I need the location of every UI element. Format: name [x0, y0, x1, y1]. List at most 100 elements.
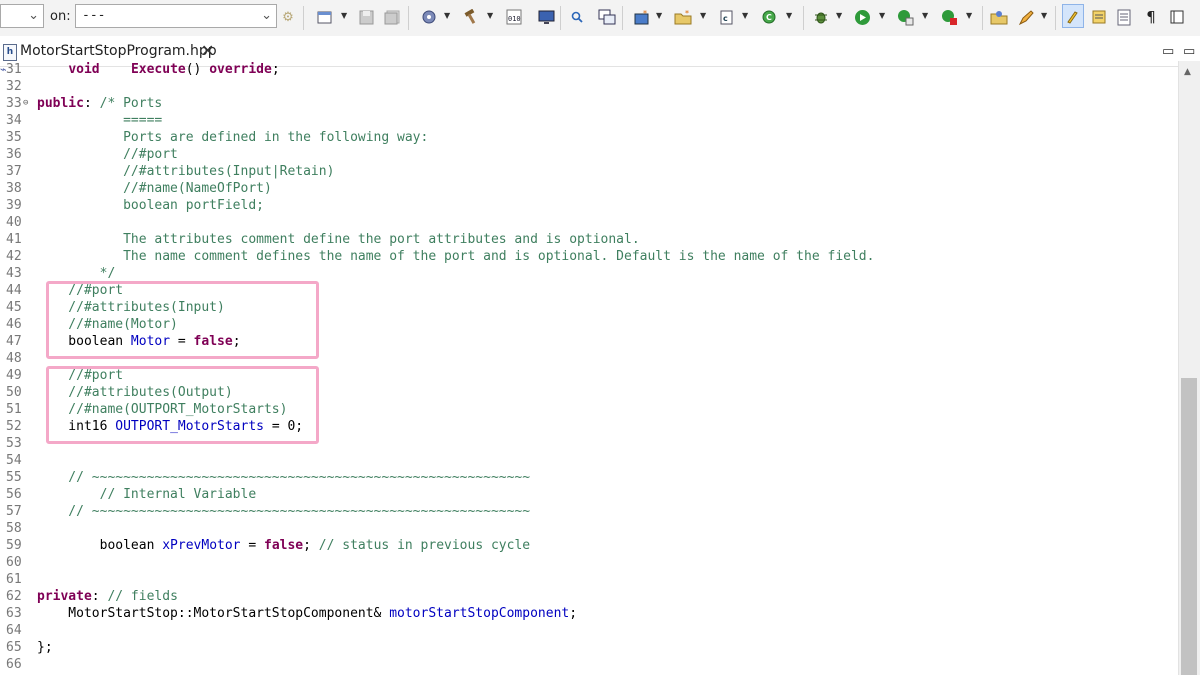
- pen-edit-icon[interactable]: [1017, 8, 1035, 26]
- chevron-down-icon[interactable]: ▼: [487, 11, 493, 20]
- code-line[interactable]: 60: [0, 554, 1178, 571]
- code-line[interactable]: 32: [0, 78, 1178, 95]
- chevron-down-icon[interactable]: ▼: [922, 11, 928, 20]
- monitor-icon[interactable]: [537, 8, 555, 26]
- line-number: 46: [6, 317, 22, 332]
- code-line[interactable]: 55 // ~~~~~~~~~~~~~~~~~~~~~~~~~~~~~~~~~~…: [0, 469, 1178, 486]
- highlight-brush-icon[interactable]: [1062, 4, 1084, 28]
- code-line[interactable]: 58: [0, 520, 1178, 537]
- code-line[interactable]: 36 //#port: [0, 146, 1178, 163]
- new-class-icon[interactable]: *: [632, 8, 650, 26]
- code-token: =: [240, 538, 264, 553]
- chevron-down-icon[interactable]: ▼: [836, 11, 842, 20]
- maximize-icon[interactable]: ▭: [1183, 44, 1195, 59]
- build-target-icon[interactable]: [420, 8, 438, 26]
- refresh-run-icon[interactable]: C: [760, 8, 778, 26]
- scrollbar-thumb[interactable]: [1181, 378, 1197, 675]
- chevron-down-icon[interactable]: ▼: [786, 11, 792, 20]
- scroll-up-arrow-icon[interactable]: ▲: [1184, 67, 1191, 77]
- line-number: 56: [6, 487, 22, 502]
- code-line[interactable]: 35 Ports are defined in the following wa…: [0, 129, 1178, 146]
- code-token: ;: [569, 606, 578, 621]
- code-line[interactable]: 66: [0, 656, 1178, 673]
- code-line[interactable]: 43 */: [0, 265, 1178, 282]
- chevron-down-icon[interactable]: ▼: [444, 11, 450, 20]
- mark-occurrences-icon[interactable]: [1090, 8, 1108, 26]
- on-dropdown[interactable]: --- ⌄: [75, 4, 277, 28]
- save-icon[interactable]: [357, 8, 375, 26]
- external-tool-icon[interactable]: [940, 8, 958, 26]
- main-toolbar: ⌄ on: --- ⌄ ⚙ ▼ ▼ ▼ 010 * ▼ * ▼ c ▼ C ▼ …: [0, 0, 1200, 37]
- line-number: 53: [6, 436, 22, 451]
- code-token: motorStartStopComponent: [389, 606, 570, 621]
- code-text: boolean xPrevMotor = false; // status in…: [37, 537, 531, 554]
- search-tool-icon[interactable]: [568, 8, 586, 26]
- code-token: */: [37, 266, 116, 281]
- vertical-scrollbar[interactable]: ▲: [1178, 61, 1200, 675]
- code-line[interactable]: 42 The name comment defines the name of …: [0, 248, 1178, 265]
- code-line[interactable]: 41 The attributes comment define the por…: [0, 231, 1178, 248]
- debug-bug-icon[interactable]: [812, 8, 830, 26]
- code-line[interactable]: 39 boolean portField;: [0, 197, 1178, 214]
- line-number: 37: [6, 164, 22, 179]
- new-folder-icon[interactable]: *: [674, 8, 692, 26]
- code-line[interactable]: 54: [0, 452, 1178, 469]
- code-line[interactable]: 38 //#name(NameOfPort): [0, 180, 1178, 197]
- run-config-icon[interactable]: [896, 8, 914, 26]
- code-token: ;: [271, 62, 280, 77]
- code-text: // Internal Variable: [37, 486, 257, 503]
- new-window-icon[interactable]: [316, 8, 334, 26]
- hammer-build-icon[interactable]: [462, 8, 480, 26]
- close-icon[interactable]: ✕: [201, 41, 214, 60]
- chevron-down-icon[interactable]: ▼: [341, 11, 347, 20]
- line-number: 31: [6, 62, 22, 77]
- code-line[interactable]: 56 // Internal Variable: [0, 486, 1178, 503]
- line-number: 49: [6, 368, 22, 383]
- line-number: 54: [6, 453, 22, 468]
- line-number: 36: [6, 147, 22, 162]
- save-all-icon[interactable]: [383, 8, 401, 26]
- open-folder-icon[interactable]: [990, 8, 1008, 26]
- chevron-down-icon[interactable]: ▼: [1041, 11, 1047, 20]
- line-number: 45: [6, 300, 22, 315]
- fold-collapse-icon[interactable]: ⊖: [23, 95, 28, 112]
- line-number: 65: [6, 640, 22, 655]
- code-token: // fields: [107, 589, 178, 604]
- code-line[interactable]: 61: [0, 571, 1178, 588]
- chevron-down-icon[interactable]: ▼: [656, 11, 662, 20]
- line-number: 63: [6, 606, 22, 621]
- toggle-block-icon[interactable]: [1168, 8, 1186, 26]
- run-play-icon[interactable]: [853, 8, 871, 26]
- code-line[interactable]: 59 boolean xPrevMotor = false; // status…: [0, 537, 1178, 554]
- binary-010-icon[interactable]: 010: [505, 8, 523, 26]
- code-text: private: // fields: [37, 588, 178, 605]
- override-marker-icon[interactable]: ⌁: [0, 61, 7, 78]
- code-line[interactable]: 57 // ~~~~~~~~~~~~~~~~~~~~~~~~~~~~~~~~~~…: [0, 503, 1178, 520]
- code-line[interactable]: 63 MotorStartStop::MotorStartStopCompone…: [0, 605, 1178, 622]
- pilcrow-icon[interactable]: ¶: [1142, 8, 1160, 26]
- line-number: 50: [6, 385, 22, 400]
- chevron-down-icon[interactable]: ▼: [742, 11, 748, 20]
- toolbar-separator: [803, 6, 804, 30]
- toolbar-separator: [303, 6, 304, 30]
- code-line[interactable]: 62 private: // fields: [0, 588, 1178, 605]
- code-text: //#name(NameOfPort): [37, 180, 272, 197]
- minimize-icon[interactable]: ▭: [1162, 44, 1174, 59]
- copy-window-icon[interactable]: [598, 8, 616, 26]
- chevron-down-icon[interactable]: ▼: [966, 11, 972, 20]
- settings-gear-icon[interactable]: ⚙: [279, 8, 297, 26]
- code-line[interactable]: 64: [0, 622, 1178, 639]
- code-line[interactable]: 37 //#attributes(Input|Retain): [0, 163, 1178, 180]
- chevron-down-icon[interactable]: ▼: [700, 11, 706, 20]
- show-whitespace-icon[interactable]: [1115, 8, 1133, 26]
- code-line[interactable]: 33 ⊖ public: /* Ports: [0, 95, 1178, 112]
- new-c-file-icon[interactable]: c: [718, 8, 736, 26]
- code-line[interactable]: 40: [0, 214, 1178, 231]
- chevron-down-icon[interactable]: ▼: [879, 11, 885, 20]
- code-token: //#name(NameOfPort): [37, 181, 272, 196]
- code-line[interactable]: 31 ⌁ void Execute() override;: [0, 61, 1178, 78]
- code-line[interactable]: 65};: [0, 639, 1178, 656]
- target-dropdown[interactable]: ⌄: [0, 4, 44, 28]
- code-line[interactable]: 34 =====: [0, 112, 1178, 129]
- code-token: The name comment defines the name of the…: [37, 249, 875, 264]
